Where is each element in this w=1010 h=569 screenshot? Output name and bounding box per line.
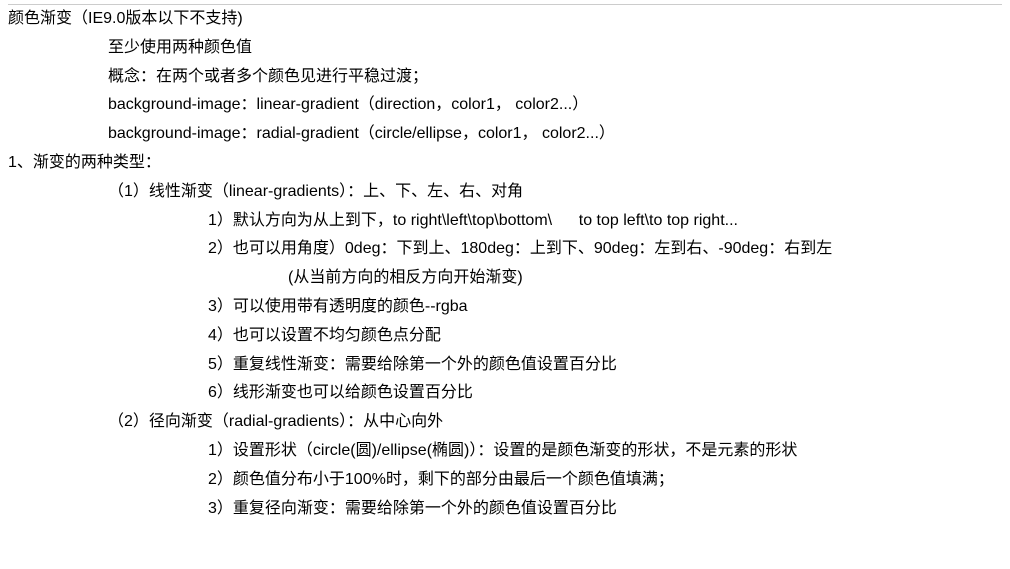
list-item: 6）线形渐变也可以给颜色设置百分比 (8, 379, 1002, 408)
code-line: background-image：radial-gradient（circle/… (8, 120, 1002, 149)
code-line: background-image：linear-gradient（directi… (8, 91, 1002, 120)
list-item: 5）重复线性渐变：需要给除第一个外的颜色值设置百分比 (8, 351, 1002, 380)
list-item: 3）重复径向渐变：需要给除第一个外的颜色值设置百分比 (8, 495, 1002, 524)
list-item: 1）设置形状（circle(圆)/ellipse(椭圆)）：设置的是颜色渐变的形… (8, 437, 1002, 466)
list-item: 1）默认方向为从上到下，to right\left\top\bottom\ to… (8, 207, 1002, 236)
subsection-heading: （1）线性渐变（linear-gradients）：上、下、左、右、对角 (8, 178, 1002, 207)
list-item: 4）也可以设置不均匀颜色点分配 (8, 322, 1002, 351)
note-line: 至少使用两种颜色值 (8, 34, 1002, 63)
list-item: 2）也可以用角度）0deg：下到上、180deg：上到下、90deg：左到右、-… (8, 235, 1002, 264)
list-item: 3）可以使用带有透明度的颜色--rgba (8, 293, 1002, 322)
list-note: (从当前方向的相反方向开始渐变) (8, 264, 1002, 293)
list-item: 2）颜色值分布小于100%时，剩下的部分由最后一个颜色值填满； (8, 466, 1002, 495)
doc-title: 颜色渐变（IE9.0版本以下不支持) (8, 5, 1002, 34)
note-line: 概念：在两个或者多个颜色见进行平稳过渡； (8, 63, 1002, 92)
section-heading: 1、渐变的两种类型： (8, 149, 1002, 178)
subsection-heading: （2）径向渐变（radial-gradients）：从中心向外 (8, 408, 1002, 437)
